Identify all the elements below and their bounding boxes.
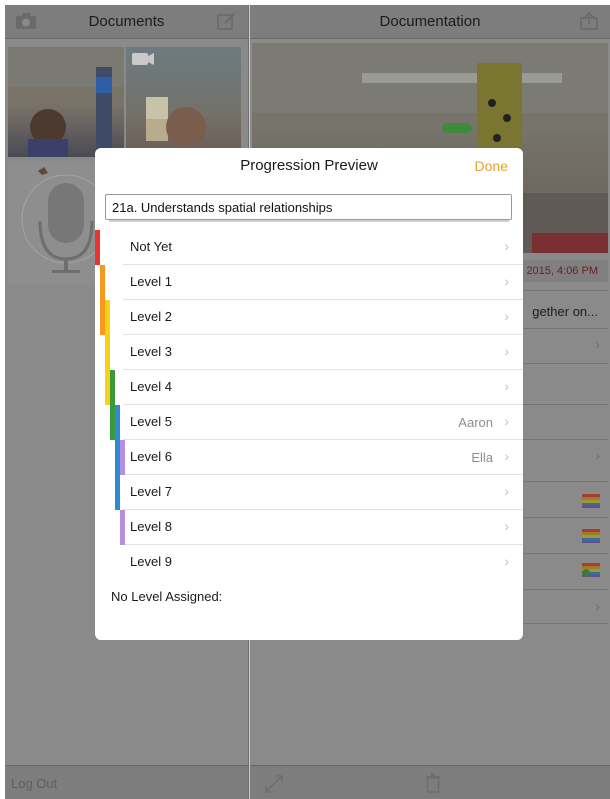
- level-label: Level 2: [130, 309, 172, 324]
- logout-button[interactable]: Log Out: [11, 776, 57, 791]
- documents-navbar: Documents: [5, 5, 248, 39]
- level-label: Level 6: [130, 449, 172, 464]
- share-icon[interactable]: [578, 12, 600, 30]
- documentation-navbar: Documentation: [250, 5, 610, 39]
- level-row-2[interactable]: Level 2 ›: [100, 300, 523, 335]
- documentation-note[interactable]: gether on...: [532, 304, 598, 319]
- expand-icon[interactable]: [264, 774, 284, 794]
- level-student-name: Aaron: [458, 415, 493, 430]
- level-row-5[interactable]: Level 5 Aaron ›: [110, 405, 523, 440]
- chevron-right-icon: ›: [504, 308, 509, 324]
- level-label: Not Yet: [130, 239, 172, 254]
- level-color-bar: [120, 440, 125, 475]
- level-row-not-yet[interactable]: Not Yet ›: [95, 230, 523, 265]
- level-color-bar: [115, 475, 120, 510]
- level-row-3[interactable]: Level 3 ›: [105, 335, 523, 370]
- level-list: Not Yet › Level 1 › Level 2 › Level 3 › …: [95, 230, 523, 580]
- objective-field[interactable]: [105, 194, 512, 220]
- documentation-title: Documentation: [379, 13, 481, 30]
- chevron-right-icon: ›: [504, 343, 509, 359]
- level-color-bar: [110, 370, 115, 405]
- documentation-date: 2015, 4:06 PM: [526, 265, 598, 277]
- level-color-bar: [120, 510, 125, 545]
- level-row-1[interactable]: Level 1 ›: [100, 265, 523, 300]
- chevron-right-icon: ›: [504, 238, 509, 254]
- level-row-4[interactable]: Level 4 ›: [105, 370, 523, 405]
- chevron-right-icon: ›: [504, 273, 509, 289]
- photo-thumbnail[interactable]: [8, 47, 124, 157]
- field-shadow: [109, 220, 509, 222]
- done-button[interactable]: Done: [475, 158, 508, 174]
- video-thumbnail[interactable]: [126, 47, 241, 157]
- level-color-bar: [100, 265, 105, 300]
- documentation-toolbar: [250, 765, 610, 799]
- rainbow-flag-icon: [582, 494, 600, 508]
- chevron-right-icon: ›: [504, 553, 509, 569]
- documents-title: Documents: [88, 13, 165, 30]
- level-student-name: Ella: [471, 450, 493, 465]
- level-label: Level 7: [130, 484, 172, 499]
- level-color-bar: [105, 300, 110, 335]
- rainbow-flag-check-icon: [582, 563, 600, 577]
- progression-preview-modal: Progression Preview Done Not Yet › Level…: [95, 148, 523, 640]
- modal-header: Progression Preview Done: [95, 148, 523, 184]
- level-label: Level 9: [130, 554, 172, 569]
- level-label: Level 3: [130, 344, 172, 359]
- chevron-right-icon: ›: [504, 448, 509, 464]
- modal-title: Progression Preview: [240, 157, 378, 174]
- chevron-right-icon: ›: [504, 378, 509, 394]
- chevron-right-icon: ›: [504, 483, 509, 499]
- chevron-right-icon[interactable]: ›: [595, 336, 600, 352]
- trash-icon[interactable]: [425, 773, 441, 793]
- level-color-bar: [105, 335, 110, 370]
- level-label: Level 4: [130, 379, 172, 394]
- chevron-right-icon: ›: [504, 413, 509, 429]
- level-label: Level 1: [130, 274, 172, 289]
- chevron-right-icon: ›: [504, 518, 509, 534]
- rainbow-flag-icon: [582, 529, 600, 543]
- chevron-right-icon[interactable]: ›: [595, 447, 600, 463]
- documents-toolbar: Log Out: [5, 765, 248, 799]
- level-row-8[interactable]: Level 8 ›: [120, 510, 523, 545]
- level-row-7[interactable]: Level 7 ›: [115, 475, 523, 510]
- level-row-9[interactable]: Level 9 ›: [123, 545, 523, 580]
- level-row-6[interactable]: Level 6 Ella ›: [115, 440, 523, 475]
- level-label: Level 5: [130, 414, 172, 429]
- chevron-right-icon[interactable]: ›: [595, 598, 600, 614]
- compose-icon[interactable]: [216, 12, 238, 30]
- no-level-assigned-label: No Level Assigned:: [111, 589, 223, 604]
- level-label: Level 8: [130, 519, 172, 534]
- level-color-bar: [95, 230, 100, 265]
- level-color-bar: [115, 405, 120, 440]
